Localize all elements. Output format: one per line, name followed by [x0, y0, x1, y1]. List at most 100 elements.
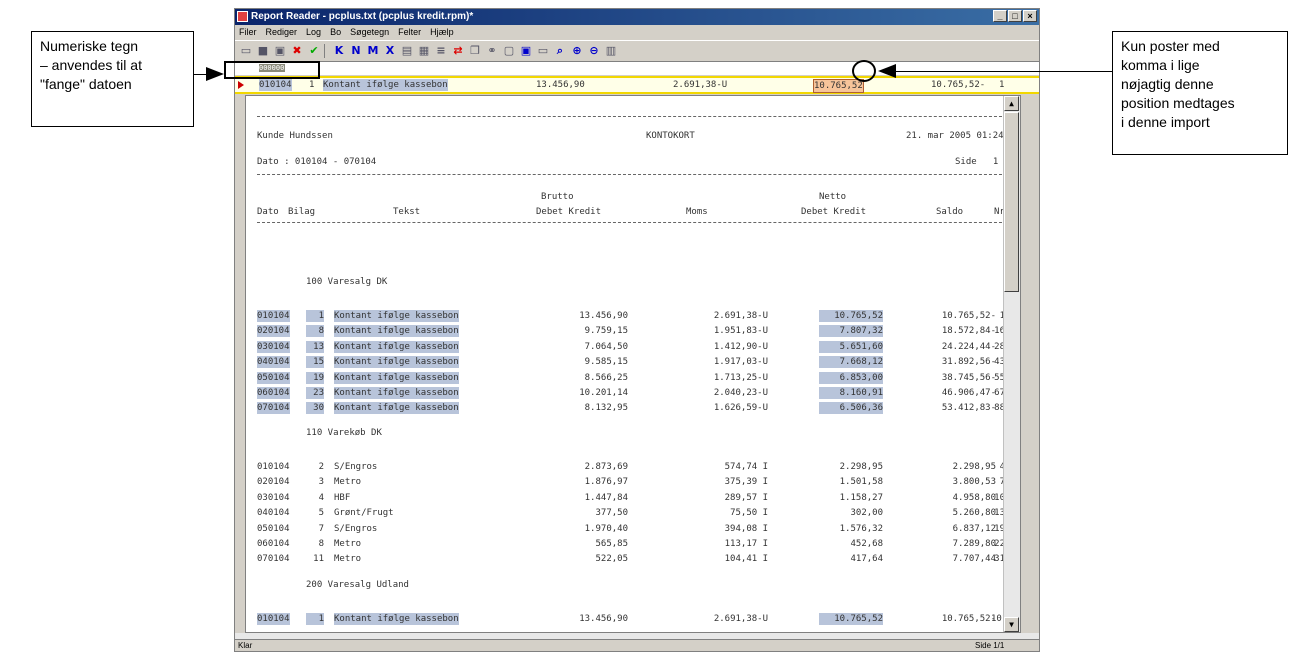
print-icon[interactable]: ▣	[273, 44, 287, 58]
cell-brutto: 1.447,84	[584, 492, 628, 503]
scroll-down-button[interactable]: ▼	[1004, 617, 1019, 632]
menu-bo[interactable]: Bo	[330, 25, 341, 39]
callout-right: Kun poster med komma i lige nøjagtig den…	[1112, 31, 1288, 155]
left-arrow-icon	[206, 67, 224, 81]
cell-text: S/Engros	[334, 462, 378, 472]
zoom-icon[interactable]: ⌕	[553, 44, 567, 58]
cell-num: 2	[318, 462, 324, 472]
delete-icon[interactable]: ✖	[290, 44, 304, 58]
close-button[interactable]: ×	[1023, 10, 1037, 22]
cell-netto: 417,64	[850, 554, 883, 565]
cell-text: HBF	[334, 492, 351, 503]
cell-num: 11	[313, 554, 324, 565]
zoom-in-icon[interactable]: ⊕	[570, 44, 584, 58]
cell-brutto: 565,85	[595, 539, 628, 549]
chart-icon[interactable]: ▥	[604, 44, 618, 58]
cell-brutto: 13.456,90	[579, 614, 628, 624]
maximize-button[interactable]: □	[1008, 10, 1022, 22]
header-debet-kredit-netto: Debet Kredit	[801, 207, 867, 217]
cell-moms: 1.951,83-U	[713, 326, 768, 337]
app-icon	[237, 11, 248, 22]
cell-moms: 1.917,03-U	[713, 357, 768, 368]
window-icon[interactable]: ▢	[502, 44, 516, 58]
cell-text: Kontant ifølge kassebon	[334, 387, 459, 399]
copy-icon[interactable]: ❐	[468, 44, 482, 58]
k-icon[interactable]: K	[332, 44, 346, 58]
scroll-thumb[interactable]	[1004, 112, 1019, 292]
cell-brutto: 10.201,14	[579, 388, 628, 398]
cell-brutto: 13.456,90	[579, 311, 628, 321]
divider	[257, 174, 1007, 175]
cell-date: 010104	[257, 310, 290, 322]
cell-date: 040104	[257, 508, 290, 519]
cell-num: 1	[306, 310, 324, 322]
open-icon[interactable]: ▭	[239, 44, 253, 58]
cell-netto: 7.807,32	[819, 325, 883, 338]
sample-row[interactable]: 010104 1 Kontant ifølge kassebon 13.456,…	[235, 76, 1039, 94]
toolbar-separator	[324, 44, 329, 58]
save-icon[interactable]: ■	[256, 44, 270, 58]
sample-moms: 2.691,38-U	[673, 80, 728, 90]
cell-saldo: 10.765,52-	[941, 614, 996, 624]
cell-moms: 289,57 I	[724, 492, 768, 503]
n-icon[interactable]: N	[349, 44, 363, 58]
picture-icon[interactable]: ▤	[400, 44, 414, 58]
cell-moms: 2.040,23-U	[713, 388, 768, 398]
cell-netto: 1.576,32	[839, 523, 883, 534]
cell-text: Kontant ifølge kassebon	[334, 310, 459, 322]
cell-netto: 1.501,58	[839, 477, 883, 488]
menu-log[interactable]: Log	[306, 25, 321, 39]
cell-saldo: 10.765,52-	[941, 311, 996, 321]
menu-filer[interactable]: Filer	[239, 25, 257, 39]
view-icon[interactable]: ▣	[519, 44, 533, 58]
status-text: Klar	[238, 641, 253, 650]
menu-rediger[interactable]: Rediger	[266, 25, 298, 39]
m-icon[interactable]: M	[366, 44, 380, 58]
section-title: 200 Varesalg Udland	[306, 580, 409, 590]
cell-date: 070104	[257, 402, 290, 415]
cell-netto: 1.158,27	[839, 492, 883, 503]
mask-row[interactable]: 000000	[235, 62, 1039, 75]
check-icon[interactable]: ✔	[307, 44, 321, 58]
menu-felter[interactable]: Felter	[398, 25, 421, 39]
cell-num: 7	[318, 523, 324, 534]
report-view[interactable]: Kunde Hundssen KONTOKORT 21. mar 2005 01…	[245, 95, 1021, 633]
header-bilag: Bilag	[288, 207, 316, 217]
menu-soegetegn[interactable]: Søgetegn	[350, 25, 389, 39]
cell-brutto: 9.585,15	[584, 357, 628, 368]
mask-highlight-box	[224, 61, 320, 79]
link-icon[interactable]: ⚭	[485, 44, 499, 58]
cell-netto: 8.160,91	[819, 387, 883, 399]
vertical-scrollbar[interactable]: ▲ ▼	[1003, 96, 1020, 632]
menu-hjaelp[interactable]: Hjælp	[430, 25, 454, 39]
grid-icon[interactable]: ▦	[417, 44, 431, 58]
cell-date: 050104	[257, 371, 290, 384]
minimize-button[interactable]: _	[993, 10, 1007, 22]
header-dato: Dato	[257, 207, 279, 217]
cell-num: 3	[318, 477, 324, 488]
cell-brutto: 7.064,50	[584, 341, 628, 352]
panel-icon[interactable]: ▭	[536, 44, 550, 58]
row-pointer-icon	[238, 81, 244, 89]
cell-netto: 302,00	[850, 508, 883, 519]
zoom-out-icon[interactable]: ⊖	[587, 44, 601, 58]
list-icon[interactable]: ≡	[434, 44, 448, 58]
callout-left: Numeriske tegn – anvendes til at "fange"…	[31, 31, 194, 127]
period: Dato : 010104 - 070104	[257, 157, 377, 167]
replace-icon[interactable]: ⇄	[451, 44, 465, 58]
cell-netto: 10.765,52	[819, 310, 883, 322]
sample-num: 1	[309, 80, 315, 90]
cell-saldo: 46.906,47-	[941, 388, 996, 398]
cell-brutto: 1.876,97	[584, 477, 628, 488]
cell-saldo: 24.224,44-	[941, 341, 996, 352]
cell-brutto: 8.566,25	[584, 372, 628, 383]
scroll-up-button[interactable]: ▲	[1004, 96, 1019, 111]
cell-brutto: 1.970,40	[584, 523, 628, 534]
cell-date: 050104	[257, 523, 290, 534]
cell-moms: 2.691,38-U	[713, 614, 768, 624]
x-icon[interactable]: X	[383, 44, 397, 58]
cell-moms: 113,17 I	[724, 539, 768, 549]
cell-netto: 2.298,95	[839, 462, 883, 472]
cell-text: Kontant ifølge kassebon	[334, 613, 459, 625]
cell-netto: 6.506,36	[819, 402, 883, 415]
